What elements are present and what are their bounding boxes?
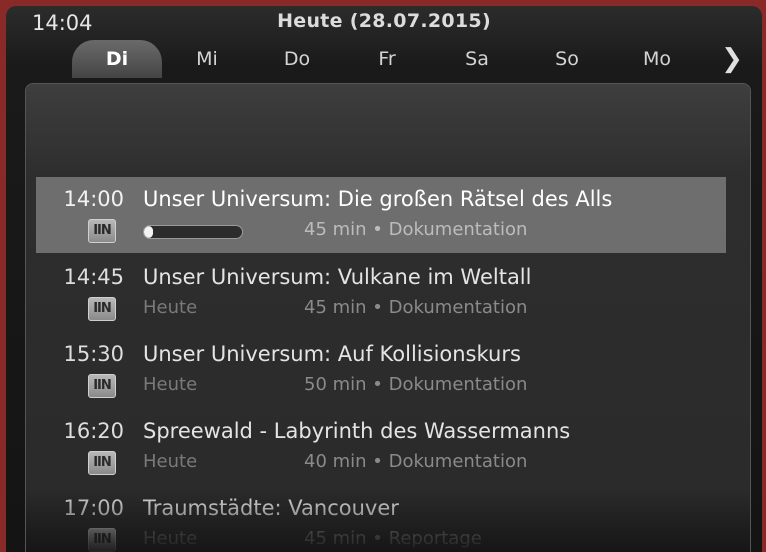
programme-meta: 50 min • Dokumentation bbox=[304, 374, 528, 395]
tab-do[interactable]: Do bbox=[252, 40, 342, 78]
programme-time: 17:00 bbox=[63, 496, 124, 520]
programme-day: Heute bbox=[143, 451, 198, 472]
programme-time: 14:45 bbox=[63, 265, 124, 289]
tab-so[interactable]: So bbox=[522, 40, 612, 78]
programme-title: Unser Universum: Vulkane im Weltall bbox=[143, 265, 532, 289]
tab-mo[interactable]: Mo bbox=[612, 40, 702, 78]
category-icon: IIN bbox=[88, 297, 116, 321]
programme-meta: 40 min • Dokumentation bbox=[304, 451, 528, 472]
day-tabs: Di Mi Do Fr Sa So Mo bbox=[6, 40, 762, 78]
programme-time: 15:30 bbox=[63, 342, 124, 366]
programme-time: 14:00 bbox=[63, 187, 124, 211]
programme-row[interactable]: 15:30 Unser Universum: Auf Kollisionskur… bbox=[36, 332, 726, 408]
progress-bar bbox=[143, 225, 243, 239]
tab-mi[interactable]: Mi bbox=[162, 40, 252, 78]
programme-title: Unser Universum: Die großen Rätsel des A… bbox=[143, 187, 613, 211]
page-title: Heute (28.07.2015) bbox=[277, 10, 491, 32]
tab-sa[interactable]: Sa bbox=[432, 40, 522, 78]
programme-meta: 45 min • Dokumentation bbox=[304, 219, 528, 240]
programme-title: Traumstädte: Vancouver bbox=[143, 496, 399, 520]
category-icon: IIN bbox=[88, 374, 116, 398]
category-icon: IIN bbox=[88, 451, 116, 475]
programme-row[interactable]: 16:20 Spreewald - Labyrinth des Wasserma… bbox=[36, 409, 726, 485]
programme-row[interactable]: 14:45 Unser Universum: Vulkane im Weltal… bbox=[36, 255, 726, 331]
programme-day: Heute bbox=[143, 528, 198, 549]
category-icon: IIN bbox=[88, 528, 116, 552]
programme-row[interactable]: 14:00 Unser Universum: Die großen Rätsel… bbox=[36, 177, 726, 253]
programme-day: Heute bbox=[143, 374, 198, 395]
epg-window: 14:04 Heute (28.07.2015) Di Mi Do Fr Sa … bbox=[6, 6, 762, 552]
chevron-right-icon[interactable]: ❯ bbox=[714, 40, 750, 78]
programme-time: 16:20 bbox=[63, 419, 124, 443]
progress-fill bbox=[144, 226, 153, 238]
programme-title: Unser Universum: Auf Kollisionskurs bbox=[143, 342, 521, 366]
programme-day: Heute bbox=[143, 297, 198, 318]
programme-row[interactable]: 17:00 Traumstädte: Vancouver IIN Heute 4… bbox=[36, 486, 726, 552]
category-icon: IIN bbox=[88, 219, 116, 243]
tab-fr[interactable]: Fr bbox=[342, 40, 432, 78]
programme-title: Spreewald - Labyrinth des Wassermanns bbox=[143, 419, 571, 443]
programme-meta: 45 min • Reportage bbox=[304, 528, 482, 549]
programme-meta: 45 min • Dokumentation bbox=[304, 297, 528, 318]
tab-di[interactable]: Di bbox=[72, 40, 162, 78]
programme-list: 14:00 Unser Universum: Die großen Rätsel… bbox=[25, 83, 751, 552]
